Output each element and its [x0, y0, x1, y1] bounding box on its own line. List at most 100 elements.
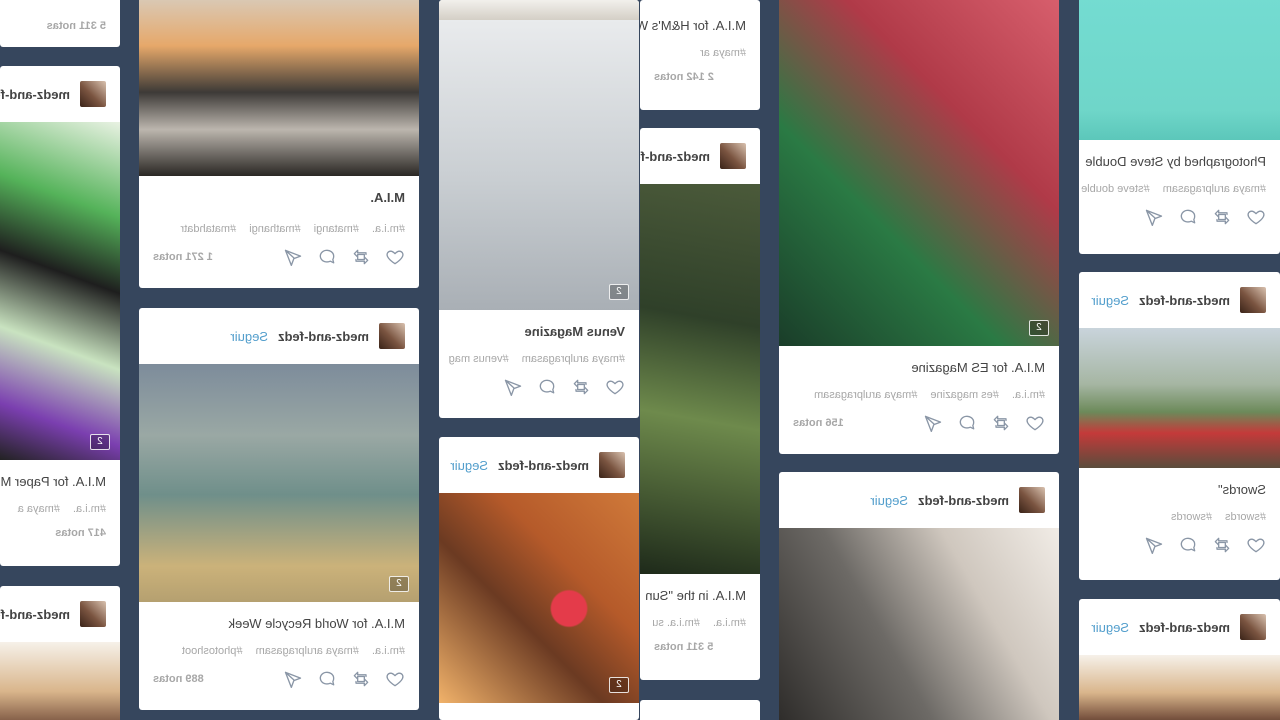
heart-icon[interactable] — [385, 669, 405, 689]
tag-link[interactable]: #m.i.a. — [372, 645, 405, 657]
tag-link[interactable]: #maya arulpragasam — [814, 389, 917, 401]
post-photo[interactable]: 2 — [439, 493, 639, 703]
share-icon[interactable] — [503, 377, 523, 397]
reblog-icon[interactable] — [1212, 535, 1232, 555]
post-card: M.I.A. #m.i.a. #matangi #mathangi #matah… — [139, 0, 419, 288]
username[interactable]: medz-and-fedz — [278, 329, 369, 344]
notes-count[interactable]: 889 notas — [153, 673, 204, 685]
avatar[interactable] — [720, 143, 746, 169]
avatar[interactable] — [1019, 487, 1045, 513]
avatar[interactable] — [1240, 614, 1266, 640]
reblog-icon[interactable] — [1212, 207, 1232, 227]
tag-link[interactable]: #maya ar — [700, 47, 746, 59]
follow-button[interactable]: Seguir — [1091, 620, 1129, 635]
tag-link[interactable]: #maya arulpragasam — [256, 645, 359, 657]
notes-count[interactable]: 1 271 notas — [153, 251, 213, 263]
photoset-icon: 2 — [389, 576, 409, 592]
post-tags: #swords #swords — [1079, 497, 1280, 523]
follow-button[interactable]: Seguir — [230, 329, 268, 344]
post-photo[interactable] — [0, 642, 120, 720]
post-tags: #m.i.a. #matangi #mathangi #matahdatr — [139, 205, 419, 235]
post-caption: Venus Magazine — [524, 324, 625, 339]
avatar[interactable] — [80, 81, 106, 107]
tag-link[interactable]: #m.i.a. — [1012, 389, 1045, 401]
username[interactable]: medz-and-fedz — [918, 493, 1009, 508]
tag-link[interactable]: #m.i.a. su — [652, 617, 700, 629]
post-photo[interactable]: 2 — [139, 364, 419, 602]
avatar[interactable] — [379, 323, 405, 349]
tag-link[interactable]: #steve double — [1081, 183, 1150, 195]
post-photo[interactable] — [640, 184, 760, 574]
tag-link[interactable]: #m.i.a. — [372, 223, 405, 235]
post-photo[interactable]: 2 — [439, 20, 639, 310]
notes-count[interactable]: 156 notas — [793, 417, 844, 429]
tag-link[interactable]: #venus mag — [449, 353, 509, 365]
tag-link[interactable]: #swords — [1171, 511, 1212, 523]
photoset-icon: 2 — [609, 284, 629, 300]
reply-icon[interactable] — [1178, 207, 1198, 227]
username[interactable]: medz-and-fedz — [640, 149, 710, 164]
username[interactable]: medz-and-fedz — [498, 458, 589, 473]
tag-link[interactable]: #m.i.a. — [73, 503, 106, 515]
tag-link[interactable]: #maya arulpragasam — [522, 353, 625, 365]
post-caption: M.I.A. for ES Magazine — [911, 360, 1045, 375]
post-photo[interactable] — [1079, 655, 1280, 720]
heart-icon[interactable] — [385, 247, 405, 267]
avatar[interactable] — [80, 601, 106, 627]
heart-icon[interactable] — [1246, 207, 1266, 227]
photoset-icon: 2 — [1029, 320, 1049, 336]
post-photo[interactable] — [139, 0, 419, 176]
tag-link[interactable]: #maya arulpragasam — [1163, 183, 1266, 195]
follow-button[interactable]: Seguir — [1091, 293, 1129, 308]
post-card: medz-and-fedz Seguir 2 M.I.A. for World … — [139, 308, 419, 710]
heart-icon[interactable] — [1246, 535, 1266, 555]
post-photo[interactable] — [1079, 328, 1280, 468]
avatar[interactable] — [599, 452, 625, 478]
heart-icon[interactable] — [605, 377, 625, 397]
share-icon[interactable] — [923, 413, 943, 433]
post-tags: #m.i.a. #maya a — [0, 489, 120, 515]
tag-link[interactable]: #maya a — [18, 503, 60, 515]
post-caption: Swords" — [1218, 482, 1266, 497]
reblog-icon[interactable] — [351, 247, 371, 267]
avatar[interactable] — [1240, 287, 1266, 313]
column-left-edge: 5 311 notas medz-and-fedz 2 M.I.A. for P… — [0, 0, 120, 720]
tag-link[interactable]: #es magazine — [930, 389, 999, 401]
reblog-icon[interactable] — [571, 377, 591, 397]
post-photo[interactable]: 2 — [779, 0, 1059, 346]
post-photo[interactable]: 2 — [0, 122, 120, 460]
reply-icon[interactable] — [537, 377, 557, 397]
post-photo[interactable] — [1079, 0, 1280, 140]
username[interactable]: medz-and-fedz — [0, 607, 70, 622]
post-card: Photographed by Steve Double #maya arulp… — [1079, 0, 1280, 254]
tag-link[interactable]: #matangi — [314, 223, 359, 235]
share-icon[interactable] — [1144, 207, 1164, 227]
notes-count[interactable]: 5 311 notas — [654, 641, 713, 653]
notes-count[interactable]: 417 notas — [55, 527, 106, 539]
heart-icon[interactable] — [1025, 413, 1045, 433]
follow-button[interactable]: Seguir — [450, 458, 488, 473]
tag-link[interactable]: #photoshoot — [182, 645, 243, 657]
post-header: medz-and-fedz Seguir — [1079, 272, 1280, 328]
tag-link[interactable]: #m.i.a. — [713, 617, 746, 629]
reply-icon[interactable] — [317, 247, 337, 267]
share-icon[interactable] — [283, 669, 303, 689]
share-icon[interactable] — [283, 247, 303, 267]
username[interactable]: medz-and-fedz — [0, 87, 70, 102]
reblog-icon[interactable] — [991, 413, 1011, 433]
reblog-icon[interactable] — [351, 669, 371, 689]
tag-link[interactable]: #matahdatr — [181, 223, 237, 235]
reply-icon[interactable] — [1178, 535, 1198, 555]
notes-count[interactable]: 2 142 notas — [654, 71, 714, 83]
share-icon[interactable] — [1144, 535, 1164, 555]
reply-icon[interactable] — [317, 669, 337, 689]
post-photo[interactable] — [779, 528, 1059, 720]
username[interactable]: medz-and-fedz — [1139, 293, 1230, 308]
notes-count[interactable]: 5 311 notas — [47, 20, 106, 32]
follow-button[interactable]: Seguir — [870, 493, 908, 508]
username[interactable]: medz-and-fedz — [1139, 620, 1230, 635]
post-caption: Photographed by Steve Double — [1085, 154, 1266, 169]
tag-link[interactable]: #mathangi — [249, 223, 300, 235]
tag-link[interactable]: #swords — [1225, 511, 1266, 523]
reply-icon[interactable] — [957, 413, 977, 433]
